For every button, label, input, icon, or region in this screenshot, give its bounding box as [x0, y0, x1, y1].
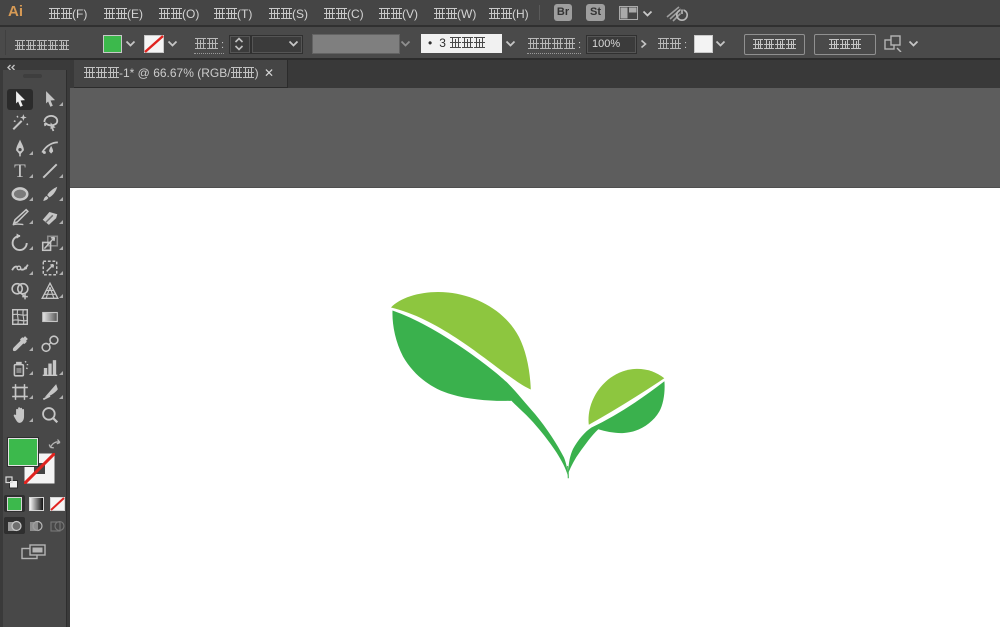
svg-text:T: T [14, 161, 26, 181]
